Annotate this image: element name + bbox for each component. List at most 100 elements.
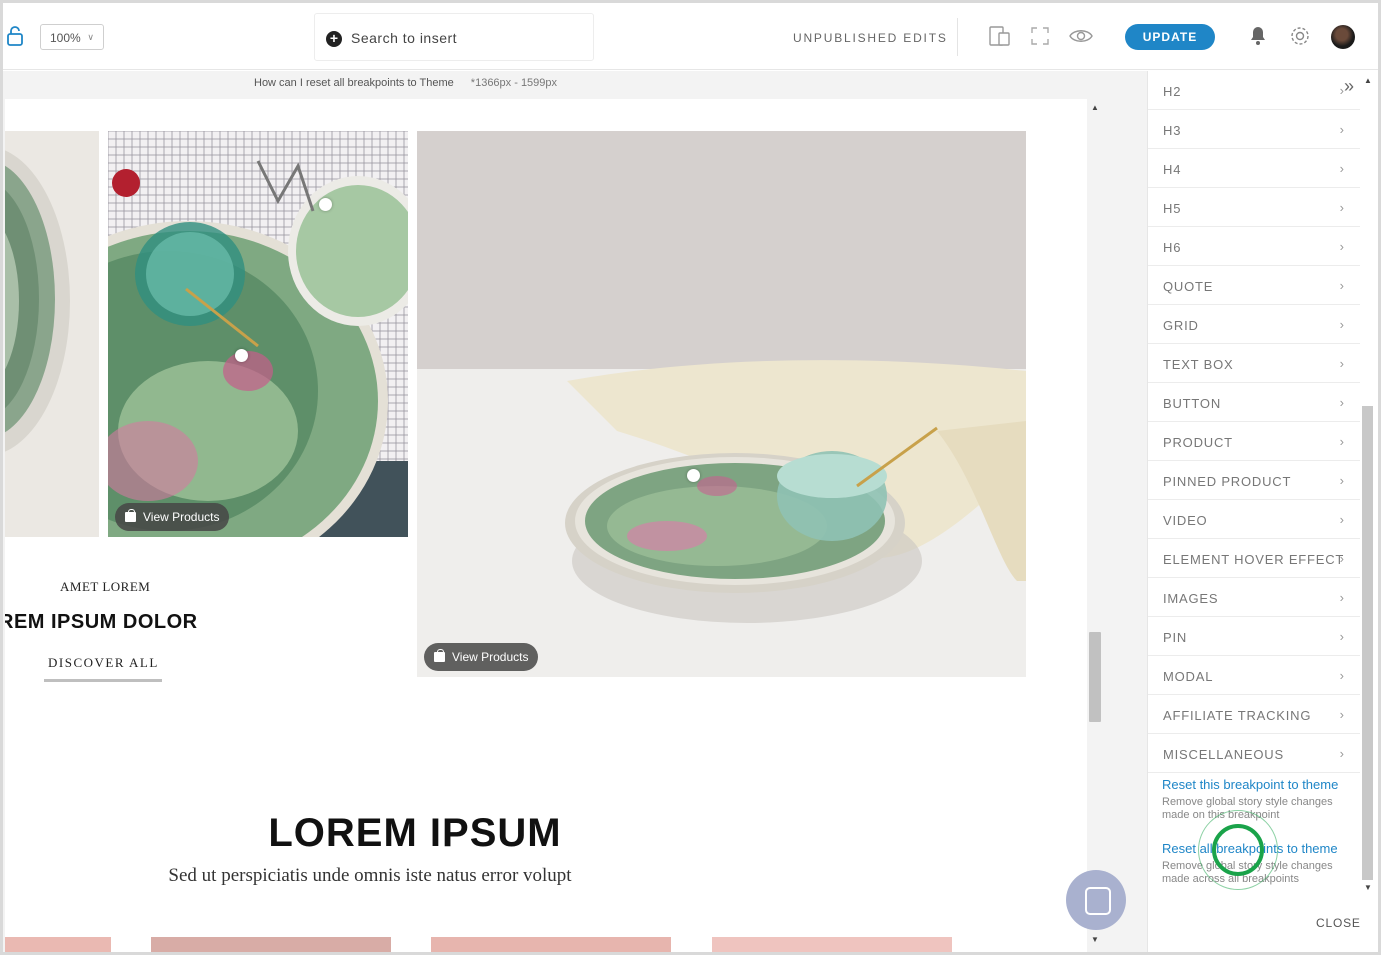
image-strip xyxy=(431,937,671,955)
scroll-down-arrow[interactable]: ▼ xyxy=(1364,883,1372,892)
product-pin[interactable] xyxy=(687,469,700,482)
canvas-scrollbar[interactable]: ▲ ▼ xyxy=(1088,99,1102,949)
search-insert-input[interactable]: + Search to insert xyxy=(314,13,594,61)
chevron-right-icon: › xyxy=(1339,746,1344,761)
scroll-down-arrow[interactable]: ▼ xyxy=(1091,935,1099,944)
plate-image-large[interactable]: View Products xyxy=(417,131,1026,677)
view-products-button[interactable]: View Products xyxy=(424,643,539,671)
shopping-bag-icon xyxy=(125,509,136,522)
chevron-right-icon: › xyxy=(1339,551,1344,566)
panel-item-affiliate-tracking[interactable]: AFFILIATE TRACKING › xyxy=(1148,695,1360,734)
panel-item-h4[interactable]: H4 › xyxy=(1148,149,1360,188)
story-title: How can I reset all breakpoints to Theme xyxy=(254,77,454,89)
shopping-bag-icon xyxy=(434,649,445,662)
panel-item-images[interactable]: IMAGES › xyxy=(1148,578,1360,617)
panel-item-label: PIN xyxy=(1163,630,1188,645)
view-products-label: View Products xyxy=(143,510,220,524)
panel-item-text-box[interactable]: TEXT BOX › xyxy=(1148,344,1360,383)
panel-item-label: H2 xyxy=(1163,84,1182,99)
lock-icon[interactable] xyxy=(6,26,24,46)
panel-item-label: TEXT BOX xyxy=(1163,357,1234,372)
chevron-right-icon: › xyxy=(1339,512,1344,527)
eye-icon[interactable] xyxy=(1069,24,1093,48)
panel-item-label: PRODUCT xyxy=(1163,435,1233,450)
unpublished-status: UNPUBLISHED EDITS xyxy=(793,31,948,45)
view-products-button[interactable]: View Products xyxy=(115,503,230,531)
panel-item-pinned-product[interactable]: PINNED PRODUCT › xyxy=(1148,461,1360,500)
panel-item-quote[interactable]: QUOTE › xyxy=(1148,266,1360,305)
panel-item-label: H3 xyxy=(1163,123,1182,138)
chevron-right-icon: › xyxy=(1339,629,1344,644)
plate-illustration xyxy=(5,131,99,537)
click-highlight-ring xyxy=(1212,824,1264,876)
section-heading: REM IPSUM DOLOR xyxy=(5,611,198,633)
reset-breakpoint-link[interactable]: Reset this breakpoint to theme xyxy=(1162,777,1338,792)
gear-icon[interactable] xyxy=(1288,24,1312,48)
zoom-value: 100% xyxy=(50,31,81,45)
fullscreen-icon[interactable] xyxy=(1028,24,1052,48)
plus-circle-icon: + xyxy=(326,31,342,47)
panel-item-element-hover-effect[interactable]: ELEMENT HOVER EFFECT › xyxy=(1148,539,1360,578)
panel-item-product[interactable]: PRODUCT › xyxy=(1148,422,1360,461)
plate-image-left[interactable] xyxy=(5,131,99,537)
chevron-down-icon: ∨ xyxy=(87,32,94,42)
chevron-right-icon: › xyxy=(1339,590,1344,605)
panel-item-modal[interactable]: MODAL › xyxy=(1148,656,1360,695)
panel-item-pin[interactable]: PIN › xyxy=(1148,617,1360,656)
image-strip xyxy=(712,937,952,955)
chevron-right-icon: › xyxy=(1339,161,1344,176)
chevron-right-icon: › xyxy=(1339,200,1344,215)
update-button[interactable]: UPDATE xyxy=(1125,24,1215,50)
collapse-panel-icon[interactable]: » xyxy=(1344,76,1354,97)
panel-item-miscellaneous[interactable]: MISCELLANEOUS › xyxy=(1148,734,1360,773)
image-strip xyxy=(151,937,391,955)
panel-item-grid[interactable]: GRID › xyxy=(1148,305,1360,344)
product-pin[interactable] xyxy=(319,198,332,211)
discover-underline xyxy=(44,679,162,682)
chevron-right-icon: › xyxy=(1339,122,1344,137)
panel-item-h5[interactable]: H5 › xyxy=(1148,188,1360,227)
panel-item-h6[interactable]: H6 › xyxy=(1148,227,1360,266)
panel-item-label: MISCELLANEOUS xyxy=(1163,747,1284,762)
chevron-right-icon: › xyxy=(1339,278,1344,293)
panel-item-label: VIDEO xyxy=(1163,513,1208,528)
product-pin[interactable] xyxy=(235,349,248,362)
story-page: View Products View Products AMET LOREM R… xyxy=(5,99,1087,955)
scroll-up-arrow[interactable]: ▲ xyxy=(1364,76,1372,85)
panel-item-label: H6 xyxy=(1163,240,1182,255)
top-toolbar: 100% ∨ + Search to insert UNPUBLISHED ED… xyxy=(0,0,1381,70)
avatar[interactable] xyxy=(1331,25,1355,49)
zoom-select[interactable]: 100% ∨ xyxy=(40,24,104,50)
panel-item-label: H4 xyxy=(1163,162,1182,177)
chevron-right-icon: › xyxy=(1339,395,1344,410)
panel-scrollbar[interactable]: ▲ ▼ xyxy=(1360,71,1375,896)
panel-item-label: MODAL xyxy=(1163,669,1214,684)
plate-image-middle[interactable]: View Products xyxy=(108,131,408,537)
chevron-right-icon: › xyxy=(1339,668,1344,683)
device-switch-icon[interactable] xyxy=(988,24,1012,48)
panel-item-label: PINNED PRODUCT xyxy=(1163,474,1292,489)
panel-item-label: ELEMENT HOVER EFFECT xyxy=(1163,552,1345,567)
panel-item-h2[interactable]: H2 › xyxy=(1148,71,1360,110)
toolbar-divider xyxy=(957,18,958,56)
scrollbar-thumb[interactable] xyxy=(1089,632,1101,722)
panel-item-h3[interactable]: H3 › xyxy=(1148,110,1360,149)
discover-all-link[interactable]: DISCOVER ALL xyxy=(48,655,159,671)
chat-launcher-button[interactable] xyxy=(1066,870,1126,930)
panel-item-label: IMAGES xyxy=(1163,591,1219,606)
view-products-label: View Products xyxy=(452,650,529,664)
panel-item-label: H5 xyxy=(1163,201,1182,216)
close-button[interactable]: CLOSE xyxy=(1316,916,1361,930)
big-title: LOREM IPSUM xyxy=(268,811,562,855)
chevron-right-icon: › xyxy=(1339,317,1344,332)
chevron-right-icon: › xyxy=(1339,239,1344,254)
panel-item-label: AFFILIATE TRACKING xyxy=(1163,708,1312,723)
scrollbar-thumb[interactable] xyxy=(1362,406,1373,880)
search-placeholder: Search to insert xyxy=(351,30,458,46)
panel-item-button[interactable]: BUTTON › xyxy=(1148,383,1360,422)
bell-icon[interactable] xyxy=(1246,24,1270,48)
scroll-up-arrow[interactable]: ▲ xyxy=(1091,103,1099,112)
eyebrow-text: AMET LOREM xyxy=(60,579,151,594)
panel-item-video[interactable]: VIDEO › xyxy=(1148,500,1360,539)
plate-table-illustration xyxy=(417,131,1026,677)
